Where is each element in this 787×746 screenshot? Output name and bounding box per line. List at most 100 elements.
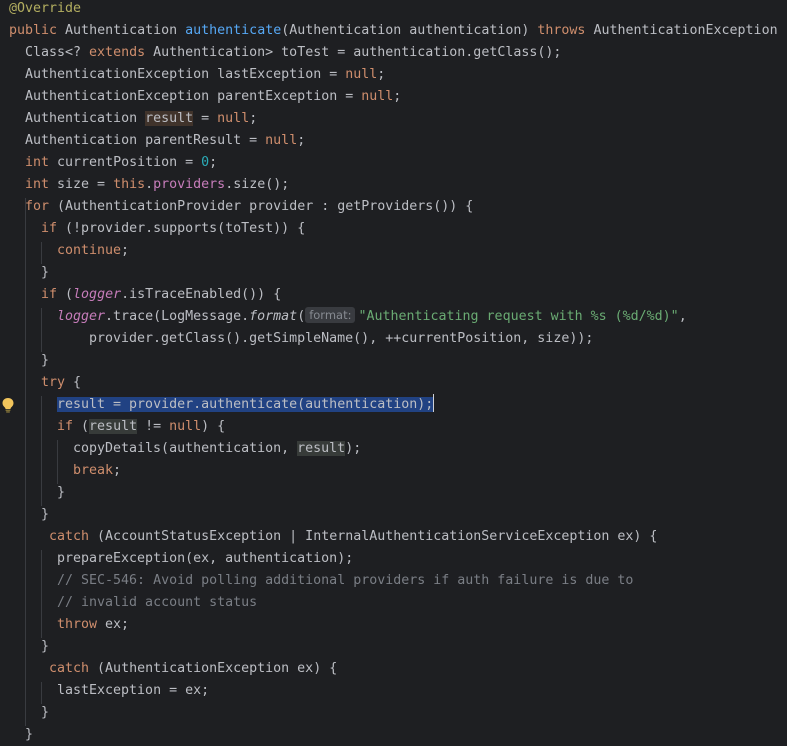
code-token: Authentication bbox=[65, 23, 186, 38]
code-token: ) { bbox=[201, 419, 226, 434]
static-method-token: format bbox=[249, 309, 298, 324]
usage-highlight-read: result bbox=[89, 419, 138, 434]
code-token: ex; bbox=[105, 617, 130, 632]
comment: // SEC-546: Avoid polling additional pro… bbox=[57, 573, 634, 588]
code-line[interactable]: // SEC-546: Avoid polling additional pro… bbox=[0, 570, 787, 592]
keyword-token: this bbox=[113, 177, 146, 192]
comment: // invalid account status bbox=[57, 595, 258, 610]
parameter-hint: format: bbox=[305, 307, 356, 323]
code-token: { bbox=[73, 375, 82, 390]
code-line[interactable]: continue; bbox=[0, 240, 787, 262]
keyword-token: try bbox=[41, 375, 74, 390]
code-token: ( bbox=[65, 287, 74, 302]
method-name-token: authenticate bbox=[185, 23, 282, 38]
code-line[interactable]: copyDetails(authentication, result); bbox=[0, 438, 787, 460]
code-token: != bbox=[137, 419, 170, 434]
code-token: .trace(LogMessage. bbox=[105, 309, 250, 324]
code-line[interactable]: if (!provider.supports(toTest)) { bbox=[0, 218, 787, 240]
code-token: (Authentication authentication) bbox=[281, 23, 538, 38]
code-token: (AuthenticationException ex) { bbox=[97, 661, 338, 676]
code-line[interactable]: Class<? extends Authentication> toTest =… bbox=[0, 42, 787, 64]
code-token: ); bbox=[345, 441, 362, 456]
code-line[interactable]: } bbox=[0, 636, 787, 658]
code-token: } bbox=[57, 485, 66, 500]
code-line[interactable]: if (result != null) { bbox=[0, 416, 787, 438]
code-line[interactable]: } bbox=[0, 504, 787, 526]
code-line[interactable]: public Authentication authenticate(Authe… bbox=[0, 20, 787, 42]
code-token: ; bbox=[297, 133, 306, 148]
code-line[interactable]: prepareException(ex, authentication); bbox=[0, 548, 787, 570]
code-line[interactable]: lastException = ex; bbox=[0, 680, 787, 702]
keyword-token: extends bbox=[89, 45, 154, 60]
keyword-token: catch bbox=[41, 661, 98, 676]
code-line[interactable]: result = provider.authenticate(authentic… bbox=[0, 394, 787, 416]
code-line[interactable]: provider.getClass().getSimpleName(), ++c… bbox=[0, 328, 787, 350]
code-token: (!provider.supports(toTest)) { bbox=[65, 221, 306, 236]
code-token: .size(); bbox=[225, 177, 290, 192]
code-token: = bbox=[193, 111, 218, 126]
code-token: , bbox=[678, 309, 687, 324]
code-token: } bbox=[41, 507, 50, 522]
code-line[interactable]: // invalid account status bbox=[0, 592, 787, 614]
code-line[interactable]: catch (AuthenticationException ex) { bbox=[0, 658, 787, 680]
code-line[interactable]: try { bbox=[0, 372, 787, 394]
code-token: AuthenticationException lastException = bbox=[25, 67, 346, 82]
code-token: Authentication parentResult = bbox=[25, 133, 266, 148]
selected-text: result = provider.authenticate(authentic… bbox=[57, 397, 434, 412]
keyword-token: continue bbox=[57, 243, 122, 258]
code-line[interactable]: } bbox=[0, 350, 787, 372]
code-token: prepareException(ex, authentication); bbox=[57, 551, 354, 566]
code-line[interactable]: Authentication result = null; bbox=[0, 108, 787, 130]
code-token: lastException = ex; bbox=[57, 683, 210, 698]
usage-highlight-read: result bbox=[297, 441, 346, 456]
code-token: } bbox=[41, 639, 50, 654]
keyword-token: if bbox=[41, 287, 66, 302]
code-line[interactable]: for (AuthenticationProvider provider : g… bbox=[0, 196, 787, 218]
code-token: AuthenticationException parentException … bbox=[25, 89, 362, 104]
keyword-token: public bbox=[9, 23, 66, 38]
keyword-token: int bbox=[25, 155, 58, 170]
keyword-token: null bbox=[169, 419, 202, 434]
code-token: } bbox=[41, 353, 50, 368]
code-token: .isTraceEnabled()) { bbox=[121, 287, 282, 302]
code-token: ( bbox=[81, 419, 90, 434]
code-line[interactable]: AuthenticationException parentException … bbox=[0, 86, 787, 108]
code-token: Authentication bbox=[25, 111, 146, 126]
code-line[interactable]: } bbox=[0, 702, 787, 724]
code-token: Class<? bbox=[25, 45, 90, 60]
code-token: ; bbox=[113, 463, 122, 478]
code-token: size = bbox=[57, 177, 114, 192]
code-line[interactable]: int currentPosition = 0; bbox=[0, 152, 787, 174]
code-line[interactable]: } bbox=[0, 482, 787, 504]
code-line[interactable]: AuthenticationException lastException = … bbox=[0, 64, 787, 86]
keyword-token: throw bbox=[57, 617, 106, 632]
text-caret bbox=[433, 394, 435, 412]
code-line[interactable]: Authentication parentResult = null; bbox=[0, 130, 787, 152]
code-line[interactable]: logger.trace(LogMessage.format(format: "A… bbox=[0, 306, 787, 328]
keyword-token: null bbox=[361, 89, 394, 104]
keyword-token: if bbox=[41, 221, 66, 236]
code-token: } bbox=[25, 727, 34, 742]
code-line[interactable]: int size = this.providers.size(); bbox=[0, 174, 787, 196]
code-token: copyDetails(authentication, bbox=[73, 441, 298, 456]
static-field-token: logger bbox=[57, 309, 106, 324]
usage-highlight-write: result bbox=[145, 111, 194, 126]
string-literal: "Authenticating request with %s (%d/%d)" bbox=[358, 309, 679, 324]
code-token: provider.getClass().getSimpleName(), ++c… bbox=[89, 331, 594, 346]
field-token: providers bbox=[153, 177, 226, 192]
code-line[interactable]: catch (AccountStatusException | Internal… bbox=[0, 526, 787, 548]
code-editor[interactable]: @Override public Authentication authentic… bbox=[0, 0, 787, 746]
code-line[interactable]: break; bbox=[0, 460, 787, 482]
code-token: . bbox=[145, 177, 154, 192]
code-token: } bbox=[41, 265, 50, 280]
code-line[interactable]: } bbox=[0, 724, 787, 746]
code-token: } bbox=[41, 705, 50, 720]
keyword-token: int bbox=[25, 177, 58, 192]
code-line[interactable]: if (logger.isTraceEnabled()) { bbox=[0, 284, 787, 306]
code-line[interactable]: throw ex; bbox=[0, 614, 787, 636]
keyword-token: break bbox=[73, 463, 114, 478]
lightbulb-icon[interactable] bbox=[1, 397, 15, 413]
code-line[interactable]: @Override bbox=[0, 0, 787, 20]
code-line[interactable]: } bbox=[0, 262, 787, 284]
keyword-token: for bbox=[25, 199, 58, 214]
